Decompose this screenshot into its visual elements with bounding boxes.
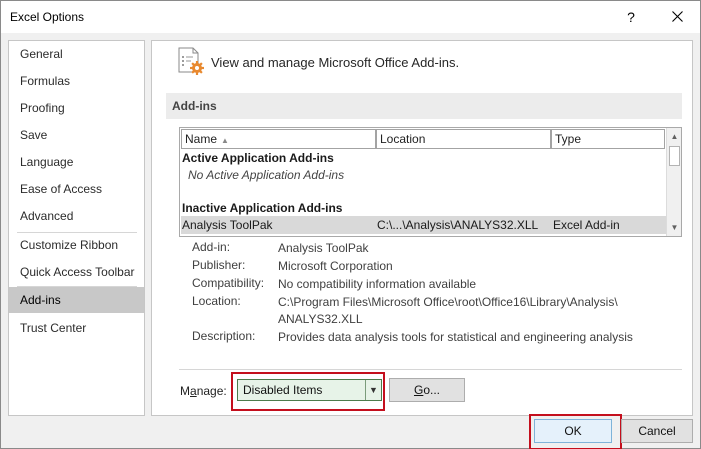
add-ins-gear-icon: [176, 46, 206, 78]
sidebar-item-formulas[interactable]: Formulas: [9, 68, 144, 94]
sidebar-item-ease-of-access[interactable]: Ease of Access: [9, 176, 144, 202]
detail-value: Provides data analysis tools for statist…: [278, 330, 633, 344]
options-sidebar: General Formulas Proofing Save Language …: [8, 40, 145, 416]
add-ins-panel: View and manage Microsoft Office Add-ins…: [151, 40, 693, 416]
title-bar: Excel Options ?: [1, 1, 700, 33]
sidebar-item-customize-ribbon[interactable]: Customize Ribbon: [9, 232, 144, 258]
help-button[interactable]: ?: [621, 6, 641, 28]
column-header-name[interactable]: Name ▲: [181, 129, 376, 149]
divider: [179, 369, 682, 370]
detail-value: Microsoft Corporation: [278, 259, 393, 273]
manage-dropdown-value: Disabled Items: [243, 383, 323, 397]
scroll-thumb[interactable]: [669, 146, 680, 166]
sidebar-item-trust-center[interactable]: Trust Center: [9, 315, 144, 341]
list-item-location: C:\...\Analysis\ANALYS32.XLL: [377, 218, 539, 232]
sidebar-item-quick-access-toolbar[interactable]: Quick Access Toolbar: [9, 259, 144, 285]
sidebar-item-save[interactable]: Save: [9, 122, 144, 148]
list-item-name: Analysis ToolPak: [182, 218, 273, 232]
list-item-type: Excel Add-in: [553, 218, 620, 232]
sidebar-item-add-ins[interactable]: Add-ins: [9, 287, 144, 313]
dialog-title: Excel Options: [10, 10, 85, 24]
detail-value: C:\Program Files\Microsoft Office\root\O…: [278, 295, 618, 326]
close-icon: [671, 11, 683, 22]
sidebar-item-advanced[interactable]: Advanced: [9, 203, 144, 229]
scroll-down-icon[interactable]: ▼: [667, 219, 681, 236]
close-button[interactable]: [665, 6, 689, 28]
group-active-add-ins: Active Application Add-ins: [182, 151, 334, 165]
cancel-button[interactable]: Cancel: [621, 419, 693, 443]
sidebar-item-language[interactable]: Language: [9, 149, 144, 175]
sidebar-item-general[interactable]: General: [9, 41, 144, 67]
manage-dropdown[interactable]: Disabled Items ▼: [237, 379, 382, 401]
chevron-down-icon[interactable]: ▼: [365, 380, 381, 400]
go-accelerator: G: [413, 383, 424, 397]
go-label: o...: [423, 383, 441, 397]
sidebar-item-proofing[interactable]: Proofing: [9, 95, 144, 121]
manage-label: Manage:: [180, 384, 227, 398]
panel-heading: View and manage Microsoft Office Add-ins…: [211, 55, 460, 70]
detail-label: Description:: [192, 329, 256, 343]
detail-value: No compatibility information available: [278, 277, 477, 291]
sort-ascending-icon: ▲: [221, 136, 229, 145]
list-scrollbar[interactable]: ▲ ▼: [666, 128, 681, 236]
column-header-location[interactable]: Location: [376, 129, 551, 149]
list-item[interactable]: Analysis ToolPak C:\...\Analysis\ANALYS3…: [181, 216, 666, 234]
manage-label-accelerator: a: [190, 384, 197, 398]
detail-label: Location:: [192, 294, 241, 308]
detail-label: Add-in:: [192, 240, 231, 254]
manage-label-text: M: [180, 384, 190, 398]
empty-active-add-ins: No Active Application Add-ins: [188, 168, 345, 182]
excel-options-dialog: Excel Options ? General Formulas Proofin…: [0, 0, 701, 449]
add-ins-list[interactable]: Name ▲ Location Type Active Application A…: [179, 127, 682, 237]
scroll-up-icon[interactable]: ▲: [667, 128, 681, 145]
manage-label-text: nage:: [196, 384, 227, 398]
detail-label: Compatibility:: [192, 276, 265, 290]
detail-label: Publisher:: [192, 258, 246, 272]
group-inactive-add-ins: Inactive Application Add-ins: [182, 201, 343, 215]
column-name-label: Name: [185, 132, 218, 146]
go-button[interactable]: Go...: [389, 378, 465, 402]
ok-button[interactable]: OK: [534, 419, 612, 443]
column-header-type[interactable]: Type: [551, 129, 665, 149]
detail-value: Analysis ToolPak: [278, 241, 369, 255]
section-title-add-ins: Add-ins: [166, 93, 682, 119]
